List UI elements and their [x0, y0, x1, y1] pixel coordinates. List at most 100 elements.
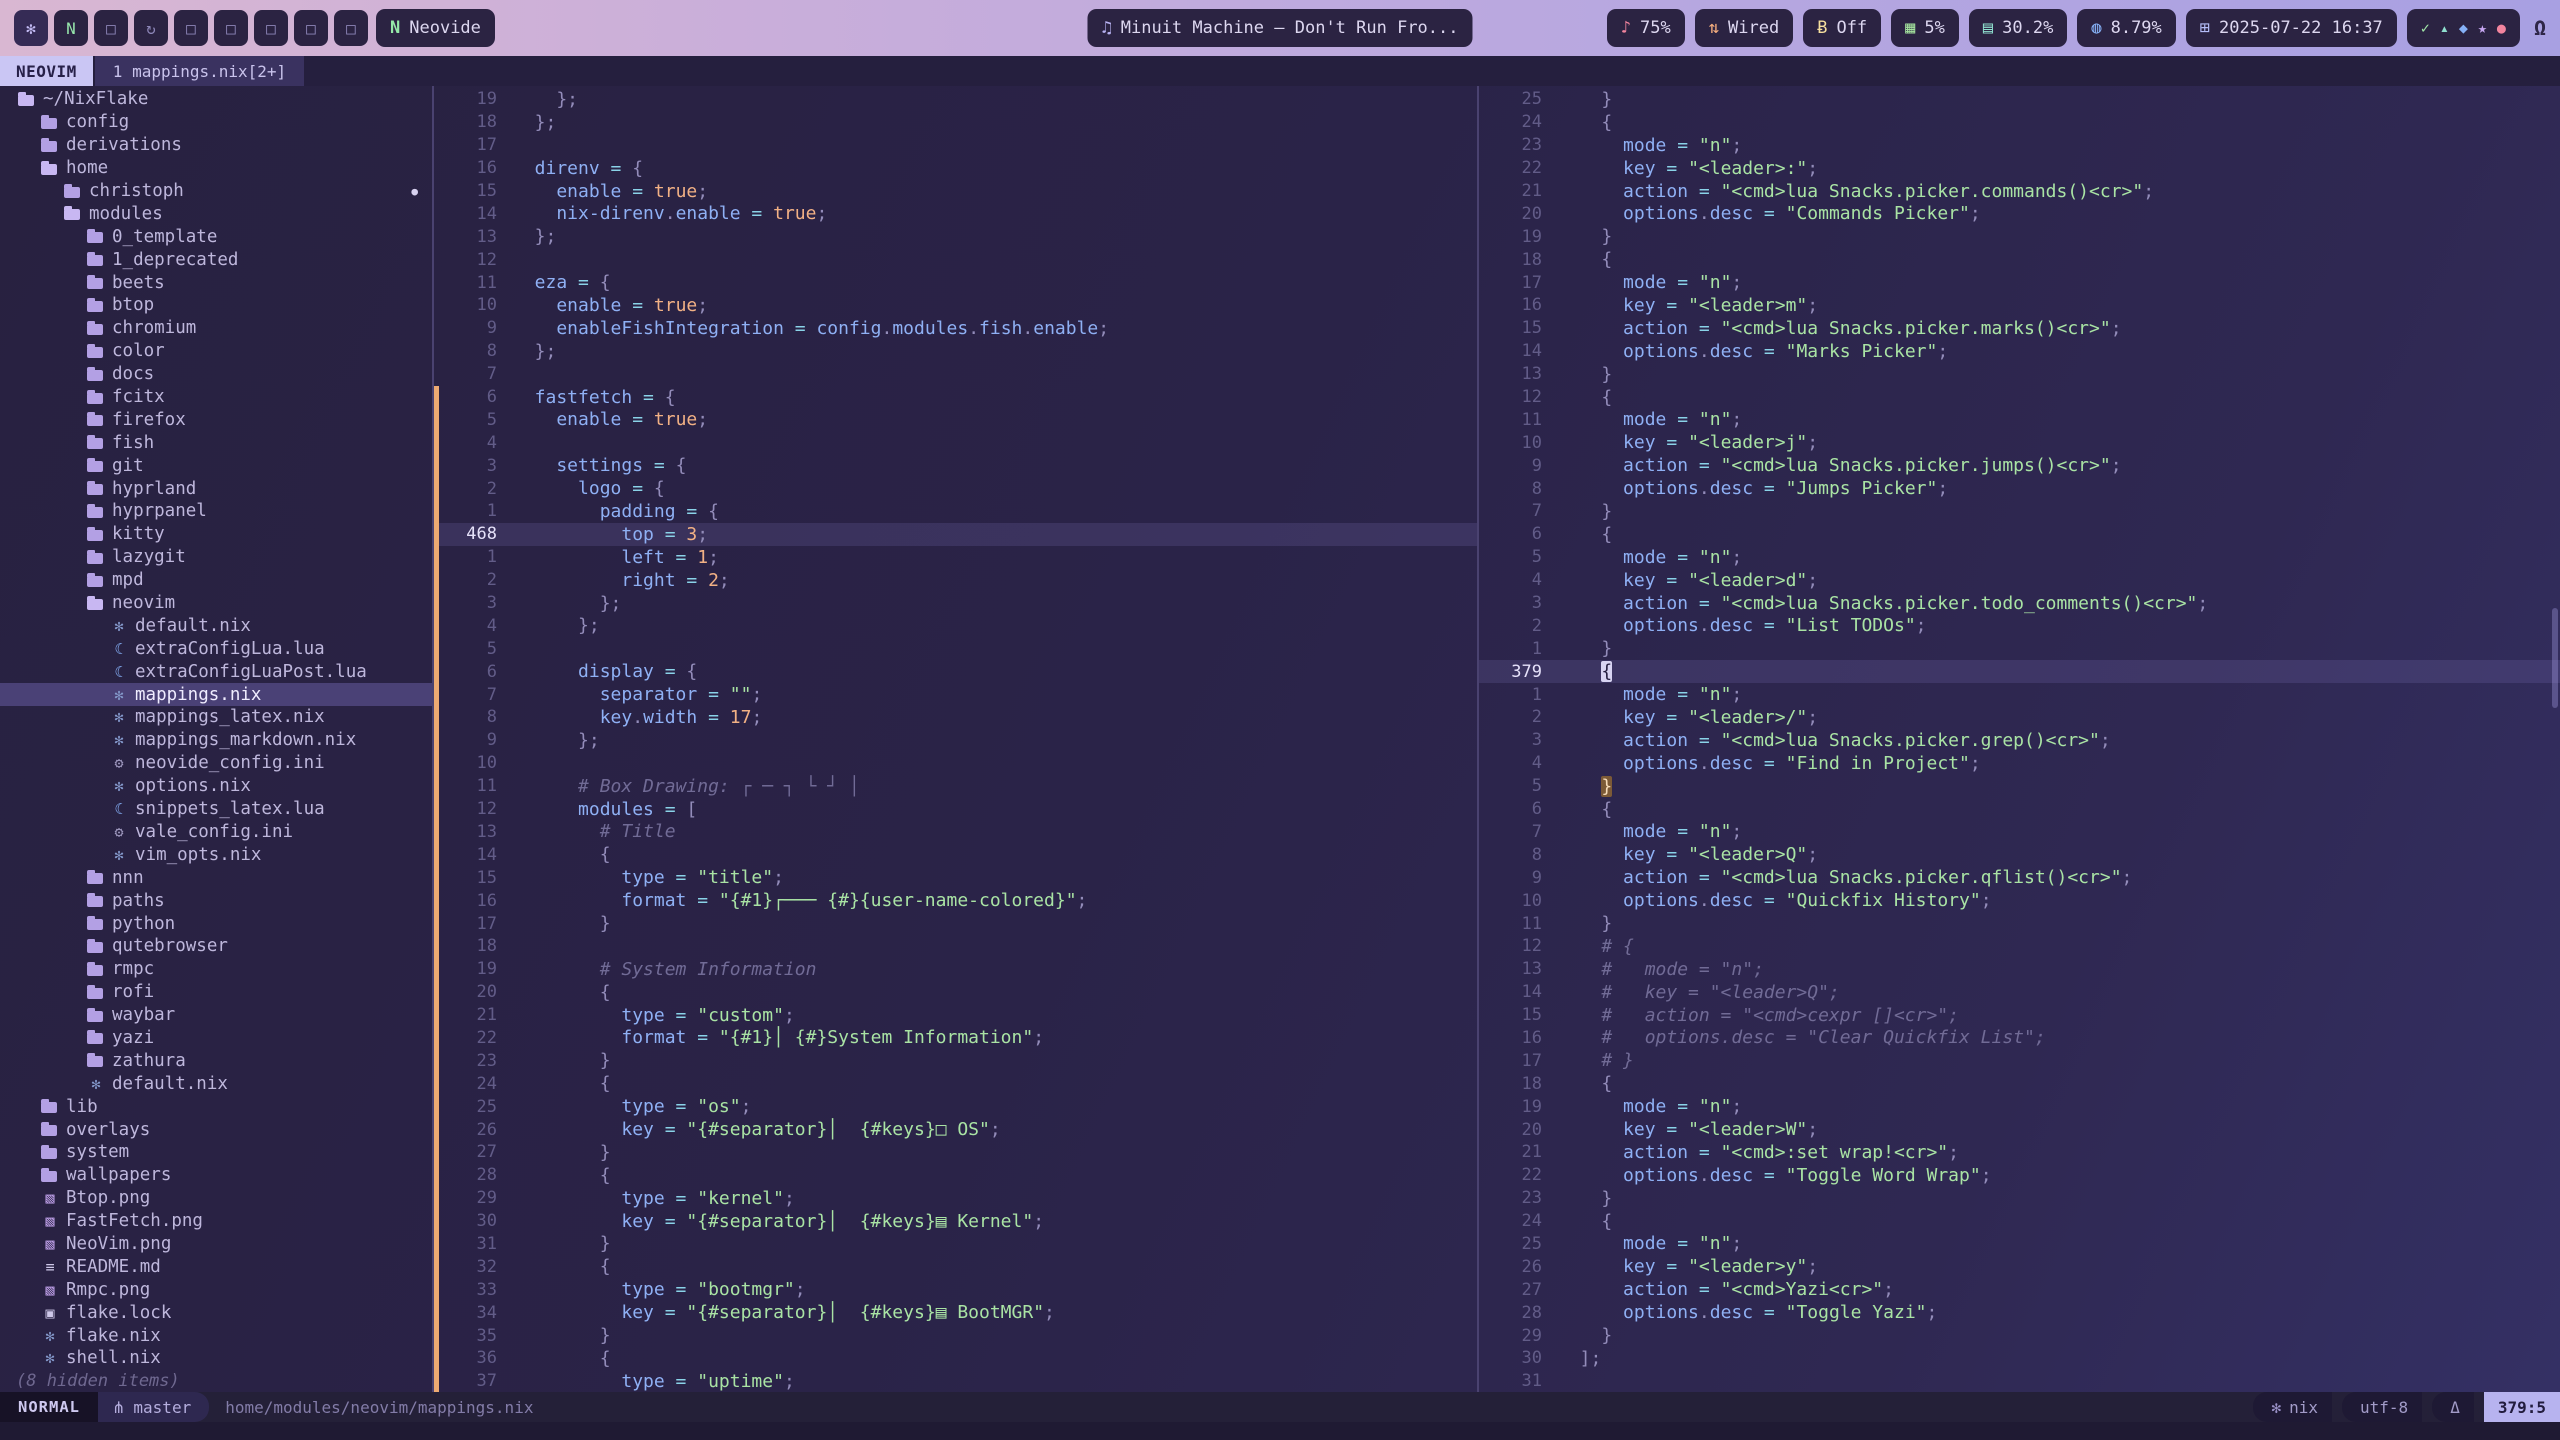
code-line[interactable]: 22 options.desc = "Toggle Word Wrap";: [1479, 1164, 2560, 1187]
code-line[interactable]: 468 top = 3;: [434, 523, 1477, 546]
code-line[interactable]: 36 {: [434, 1347, 1477, 1370]
tree-item-derivations[interactable]: derivations: [0, 134, 432, 157]
code-line[interactable]: 11 mode = "n";: [1479, 408, 2560, 431]
code-line[interactable]: 4 };: [434, 614, 1477, 637]
code-line[interactable]: 35 }: [434, 1324, 1477, 1347]
code-line[interactable]: 2 options.desc = "List TODOs";: [1479, 614, 2560, 637]
tree-item-firefox[interactable]: firefox: [0, 408, 432, 431]
tree-item-qutebrowser[interactable]: qutebrowser: [0, 935, 432, 958]
tree-item-vim_opts.nix[interactable]: ✻vim_opts.nix: [0, 843, 432, 866]
code-line[interactable]: 21 type = "custom";: [434, 1004, 1477, 1027]
tree-item-waybar[interactable]: waybar: [0, 1004, 432, 1027]
code-line[interactable]: 15 action = "<cmd>lua Snacks.picker.mark…: [1479, 317, 2560, 340]
code-line[interactable]: 1 mode = "n";: [1479, 683, 2560, 706]
tree-item-git[interactable]: git: [0, 454, 432, 477]
code-line[interactable]: 30 key = "{#separator}│ {#keys}▤ Kernel"…: [434, 1210, 1477, 1233]
code-line[interactable]: 18 };: [434, 111, 1477, 134]
code-line[interactable]: 31: [1479, 1370, 2560, 1392]
tree-item-christoph[interactable]: christoph●: [0, 180, 432, 203]
code-line[interactable]: 28 {: [434, 1164, 1477, 1187]
code-line[interactable]: 26 key = "<leader>y";: [1479, 1255, 2560, 1278]
code-line[interactable]: 4 key = "<leader>d";: [1479, 569, 2560, 592]
code-line[interactable]: 19 # System Information: [434, 958, 1477, 981]
tree-item-rofi[interactable]: rofi: [0, 981, 432, 1004]
code-line[interactable]: 12 modules = [: [434, 798, 1477, 821]
code-line[interactable]: 2 logo = {: [434, 477, 1477, 500]
tree-item-neovim[interactable]: neovim: [0, 592, 432, 615]
workspace-button[interactable]: □: [94, 10, 128, 46]
code-line[interactable]: 6 display = {: [434, 660, 1477, 683]
tray-pink-icon[interactable]: ●: [2497, 19, 2506, 37]
code-line[interactable]: 3 };: [434, 592, 1477, 615]
scrollbar-thumb[interactable]: [2552, 608, 2558, 708]
code-line[interactable]: 379 {: [1479, 660, 2560, 683]
tree-item-fish[interactable]: fish: [0, 431, 432, 454]
code-line[interactable]: 13 };: [434, 225, 1477, 248]
code-line[interactable]: 5 enable = true;: [434, 408, 1477, 431]
code-line[interactable]: 2 key = "<leader>/";: [1479, 706, 2560, 729]
code-line[interactable]: 17 # }: [1479, 1049, 2560, 1072]
workspace-button[interactable]: □: [214, 10, 248, 46]
code-line[interactable]: 5: [434, 637, 1477, 660]
tree-item-yazi[interactable]: yazi: [0, 1027, 432, 1050]
tree-item-vale_config.ini[interactable]: ⚙vale_config.ini: [0, 821, 432, 844]
code-line[interactable]: 13 # Title: [434, 821, 1477, 844]
tree-item-0_template[interactable]: 0_template: [0, 225, 432, 248]
code-line[interactable]: 18: [434, 935, 1477, 958]
code-line[interactable]: 19 mode = "n";: [1479, 1095, 2560, 1118]
tree-item-overlays[interactable]: overlays: [0, 1118, 432, 1141]
tree-item-python[interactable]: python: [0, 912, 432, 935]
code-line[interactable]: 23 }: [434, 1049, 1477, 1072]
code-line[interactable]: 25 mode = "n";: [1479, 1233, 2560, 1256]
code-line[interactable]: 22 format = "{#1}│ {#}System Information…: [434, 1027, 1477, 1050]
code-line[interactable]: 9 action = "<cmd>lua Snacks.picker.jumps…: [1479, 454, 2560, 477]
code-line[interactable]: 14 # key = "<leader>Q";: [1479, 981, 2560, 1004]
code-line[interactable]: 31 }: [434, 1233, 1477, 1256]
code-line[interactable]: 24 {: [434, 1072, 1477, 1095]
code-line[interactable]: 37 type = "uptime";: [434, 1370, 1477, 1392]
code-line[interactable]: 29 }: [1479, 1324, 2560, 1347]
code-line[interactable]: 7 mode = "n";: [1479, 821, 2560, 844]
tree-item-mappings.nix[interactable]: ✻mappings.nix: [0, 683, 432, 706]
code-line[interactable]: 13 # mode = "n";: [1479, 958, 2560, 981]
workspace-button[interactable]: □: [334, 10, 368, 46]
code-line[interactable]: 10 options.desc = "Quickfix History";: [1479, 889, 2560, 912]
workspace-button[interactable]: □: [254, 10, 288, 46]
tray-mauve-icon[interactable]: ★: [2478, 19, 2487, 37]
code-line[interactable]: 17 }: [434, 912, 1477, 935]
code-line[interactable]: 1 left = 1;: [434, 546, 1477, 569]
code-line[interactable]: 9 enableFishIntegration = config.modules…: [434, 317, 1477, 340]
code-line[interactable]: 15 type = "title";: [434, 866, 1477, 889]
code-line[interactable]: 33 type = "bootmgr";: [434, 1278, 1477, 1301]
code-line[interactable]: 11 # Box Drawing: ┌ ─ ┐ └ ┘ │: [434, 775, 1477, 798]
disk-module[interactable]: ◍8.79%: [2077, 9, 2175, 47]
code-line[interactable]: 26 key = "{#separator}│ {#keys}□ OS";: [434, 1118, 1477, 1141]
code-line[interactable]: 10 enable = true;: [434, 294, 1477, 317]
code-line[interactable]: 21 action = "<cmd>:set wrap!<cr>";: [1479, 1141, 2560, 1164]
tree-item-mappings_latex.nix[interactable]: ✻mappings_latex.nix: [0, 706, 432, 729]
volume-module[interactable]: ♪75%: [1607, 9, 1685, 47]
tree-item-wallpapers[interactable]: wallpapers: [0, 1164, 432, 1187]
tree-item-mappings_markdown.nix[interactable]: ✻mappings_markdown.nix: [0, 729, 432, 752]
code-line[interactable]: 25 }: [1479, 88, 2560, 111]
code-line[interactable]: 8 key = "<leader>Q";: [1479, 843, 2560, 866]
system-tray[interactable]: ✓▴◆★●: [2407, 9, 2520, 47]
tree-item-paths[interactable]: paths: [0, 889, 432, 912]
code-line[interactable]: 4 options.desc = "Find in Project";: [1479, 752, 2560, 775]
tree-item-neovim.png[interactable]: ▧NeoVim.png: [0, 1233, 432, 1256]
network-module[interactable]: ⇅Wired: [1695, 9, 1793, 47]
code-line[interactable]: 6 fastfetch = {: [434, 386, 1477, 409]
tree-item-hyprpanel[interactable]: hyprpanel: [0, 500, 432, 523]
code-line[interactable]: 12 # {: [1479, 935, 2560, 958]
tree-item-1_deprecated[interactable]: 1_deprecated: [0, 248, 432, 271]
code-line[interactable]: 34 key = "{#separator}│ {#keys}▤ BootMGR…: [434, 1301, 1477, 1324]
code-line[interactable]: 30 ];: [1479, 1347, 2560, 1370]
code-line[interactable]: 6 {: [1479, 798, 2560, 821]
code-line[interactable]: 16 direnv = {: [434, 157, 1477, 180]
tree-item-modules[interactable]: modules: [0, 202, 432, 225]
code-line[interactable]: 2 right = 2;: [434, 569, 1477, 592]
git-branch[interactable]: ⋔ master: [98, 1392, 209, 1422]
code-line[interactable]: 7 separator = "";: [434, 683, 1477, 706]
code-line[interactable]: 18 {: [1479, 248, 2560, 271]
code-line[interactable]: 7: [434, 363, 1477, 386]
